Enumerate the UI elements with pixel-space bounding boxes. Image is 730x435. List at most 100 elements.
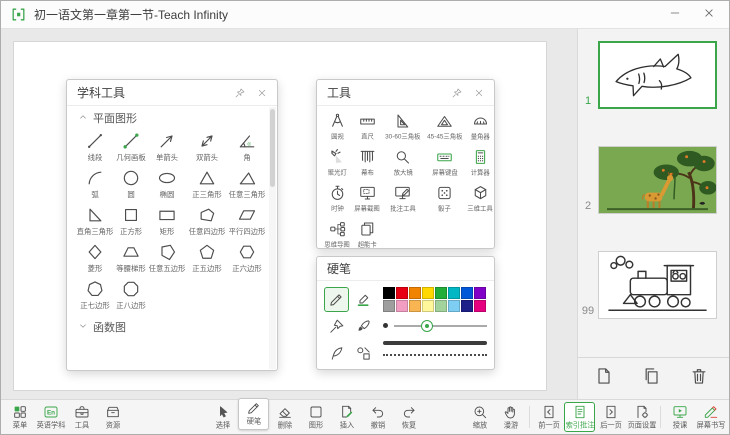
sketch-shape-tool[interactable]: 几何画板 [115, 131, 147, 163]
rect-shape-tool[interactable]: 矩形 [147, 205, 187, 237]
color-swatch[interactable] [461, 300, 473, 312]
brush-pen-button[interactable] [351, 314, 376, 339]
line-style-dotted[interactable] [383, 354, 487, 356]
rhombus-shape-tool[interactable]: 菱形 [75, 242, 115, 274]
pencil-pen-button[interactable] [324, 287, 349, 312]
color-swatch[interactable] [448, 287, 460, 299]
circle-shape-tool[interactable]: 圆 [115, 168, 147, 200]
prev-button[interactable]: 前一页 [533, 402, 564, 432]
seg-shape-tool[interactable]: 线段 [75, 131, 115, 163]
eraser-button[interactable]: 删除 [269, 402, 300, 432]
tri3060-tool[interactable]: 30-60三角板 [382, 112, 424, 142]
color-swatch[interactable] [422, 287, 434, 299]
angle-shape-tool[interactable]: α角 [227, 131, 267, 163]
section-plane-shapes[interactable]: 平面图形 [67, 106, 277, 130]
pin-icon[interactable] [448, 84, 466, 102]
color-swatch[interactable] [474, 287, 486, 299]
shapepen-pen-button[interactable] [351, 341, 376, 366]
keyboard-tool[interactable]: 屏幕键盘 [424, 148, 466, 178]
ellipse-shape-tool[interactable]: 椭圆 [147, 168, 187, 200]
color-swatch[interactable] [409, 287, 421, 299]
zoom-button[interactable]: 缩放 [464, 402, 495, 432]
tools-panel-header[interactable]: 工具 [317, 80, 494, 106]
spotlight-tool[interactable]: 聚光灯 [322, 148, 352, 178]
color-swatch[interactable] [409, 300, 421, 312]
highlighter-pen-button[interactable] [351, 287, 376, 312]
panel-scrollbar[interactable] [269, 107, 276, 369]
tri4545-tool[interactable]: 45-45三角板 [424, 112, 466, 142]
close-icon[interactable] [470, 84, 488, 102]
color-swatch[interactable] [396, 300, 408, 312]
dice-tool[interactable]: 骰子 [424, 184, 466, 214]
menu-button[interactable]: 菜单 [4, 402, 35, 432]
pen-size-slider[interactable] [394, 319, 487, 332]
pentany-shape-tool[interactable]: 任意五边形 [147, 242, 187, 274]
minimize-button[interactable] [668, 6, 686, 24]
color-swatch[interactable] [383, 300, 395, 312]
color-swatch[interactable] [474, 300, 486, 312]
triany-shape-tool[interactable]: 任意三角形 [227, 168, 267, 200]
color-swatch[interactable] [383, 287, 395, 299]
quill-pen-button[interactable] [324, 341, 349, 366]
section-function-graph[interactable]: 函数图 [67, 315, 277, 339]
annotate-tool[interactable]: 批注工具 [382, 184, 424, 214]
octagon-shape-tool[interactable]: 正八边形 [115, 279, 147, 311]
color-swatch[interactable] [461, 287, 473, 299]
redo-button[interactable]: 恢复 [393, 402, 424, 432]
slider-handle[interactable] [421, 320, 433, 332]
pagesettings-button[interactable]: 页面设置 [626, 402, 657, 432]
arrow1-shape-tool[interactable]: 单箭头 [147, 131, 187, 163]
color-swatch[interactable] [448, 300, 460, 312]
magnifier-tool[interactable]: 放大镜 [382, 148, 424, 178]
quad-shape-tool[interactable]: 任意四边形 [187, 205, 227, 237]
scrollbar-thumb[interactable] [270, 109, 275, 187]
hexagon-shape-tool[interactable]: 正六边形 [227, 242, 267, 274]
protractor-tool[interactable]: 量角器 [465, 112, 495, 142]
compass-tool[interactable]: 圆规 [322, 112, 352, 142]
arc-shape-tool[interactable]: 弧 [75, 168, 115, 200]
slide-thumbnail-shark[interactable] [598, 41, 717, 109]
pen-panel-header[interactable]: 硬笔 [317, 257, 494, 281]
cube-tool[interactable]: 三维工具 [465, 184, 495, 214]
supercard-tool[interactable]: 超能卡 [352, 220, 382, 250]
square-shape-tool[interactable]: 正方形 [115, 205, 147, 237]
pentagon-shape-tool[interactable]: 正五边形 [187, 242, 227, 274]
insert-button[interactable]: 插入 [331, 402, 362, 432]
hand-button[interactable]: 漫游 [495, 402, 526, 432]
color-swatch[interactable] [435, 287, 447, 299]
teach-button[interactable]: 授课 [664, 402, 695, 432]
para-shape-tool[interactable]: 平行四边形 [227, 205, 267, 237]
new-page-button[interactable] [594, 366, 618, 390]
color-swatch[interactable] [422, 300, 434, 312]
close-icon[interactable] [253, 84, 271, 102]
screenshot-tool[interactable]: 屏幕截图 [352, 184, 382, 214]
shape-button[interactable]: 图形 [300, 402, 331, 432]
smartpen-pen-button[interactable] [324, 314, 349, 339]
pencil-button[interactable]: 硬笔 [238, 398, 269, 430]
curtain-tool[interactable]: 幕布 [352, 148, 382, 178]
cursor-button[interactable]: 选择 [207, 402, 238, 432]
clock-tool[interactable]: 时钟 [322, 184, 352, 214]
mindmap-tool[interactable]: 思维导图 [322, 220, 352, 250]
line-style-solid[interactable] [383, 341, 487, 345]
ruler-tool[interactable]: 直尺 [352, 112, 382, 142]
pin-icon[interactable] [231, 84, 249, 102]
triright-shape-tool[interactable]: 直角三角形 [75, 205, 115, 237]
en-button[interactable]: En英语学科 [35, 402, 66, 432]
color-swatch[interactable] [396, 287, 408, 299]
color-swatch[interactable] [435, 300, 447, 312]
close-button[interactable] [702, 6, 720, 24]
heptagon-shape-tool[interactable]: 正七边形 [75, 279, 115, 311]
trapezoid-shape-tool[interactable]: 等腰梯形 [115, 242, 147, 274]
undo-button[interactable]: 撤销 [362, 402, 393, 432]
trieq-shape-tool[interactable]: 正三角形 [187, 168, 227, 200]
next-button[interactable]: 后一页 [595, 402, 626, 432]
index-button[interactable]: 索引批注 [564, 402, 595, 432]
delete-page-button[interactable] [689, 366, 713, 390]
slide-thumbnail-train[interactable] [598, 251, 717, 319]
resource-button[interactable]: 资源 [97, 402, 128, 432]
subject-tools-panel-header[interactable]: 学科工具 [67, 80, 277, 106]
copy-page-button[interactable] [642, 366, 666, 390]
toolbox-button[interactable]: 工具 [66, 402, 97, 432]
screenwrite-button[interactable]: 屏幕书写 [695, 402, 726, 432]
